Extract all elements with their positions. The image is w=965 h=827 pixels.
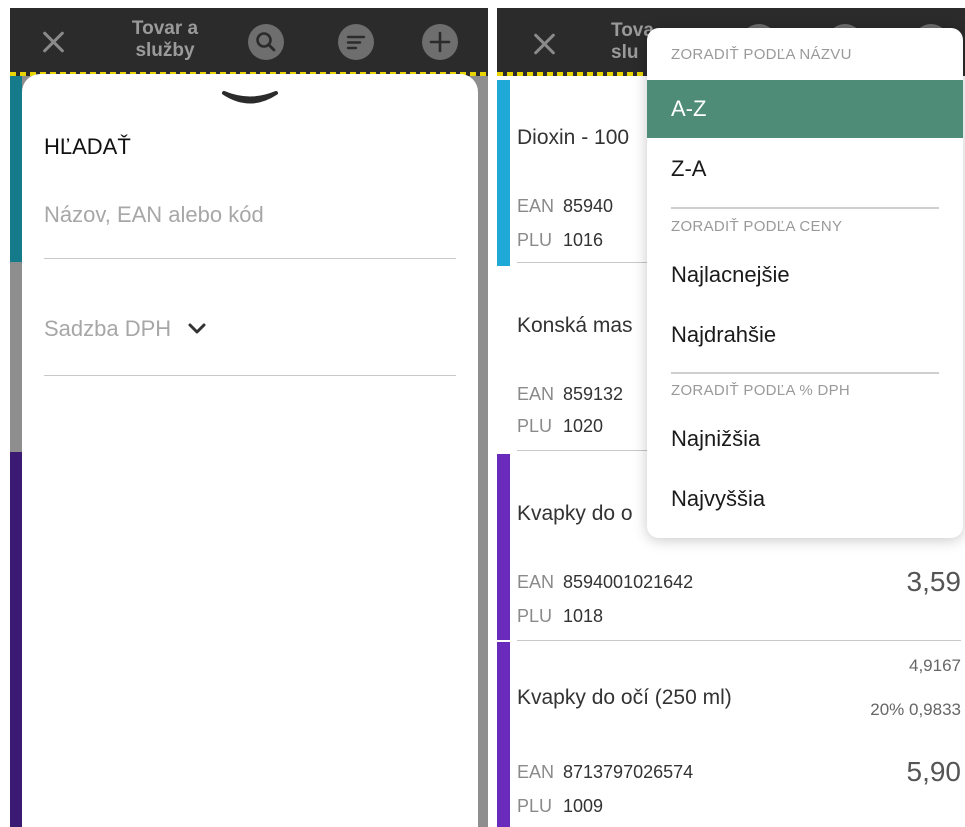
item-color-bar xyxy=(497,642,510,827)
item-color-bar xyxy=(497,80,510,266)
search-button[interactable] xyxy=(248,24,284,60)
item-color-bar xyxy=(497,454,510,640)
item-ean: EAN 859132 xyxy=(517,384,623,405)
page-title: Tovar a služby xyxy=(110,18,220,62)
chevron-down-icon[interactable] xyxy=(220,88,280,108)
vat-select-placeholder: Sadzba DPH xyxy=(44,316,172,341)
list-item[interactable]: 4,9167 Kvapky do očí (250 ml) 20% 0,9833… xyxy=(497,642,965,827)
item-ean: EAN 85940 xyxy=(517,196,613,217)
sort-option-z-a[interactable]: Z-A xyxy=(647,140,963,198)
item-net-price: 4,9167 xyxy=(909,656,961,675)
sort-option-most-expensive[interactable]: Najdrahšie xyxy=(647,306,963,364)
search-sheet: HĽADAŤ Názov, EAN alebo kód Sadzba DPH xyxy=(22,74,478,827)
item-name: Dioxin - 100 xyxy=(517,126,630,149)
sort-button[interactable] xyxy=(338,24,374,60)
vat-rate-select[interactable]: Sadzba DPH xyxy=(44,316,456,376)
sort-by-price-header: ZORADIŤ PODĽA CENY xyxy=(671,218,843,235)
category-strip-gray xyxy=(10,262,22,452)
sort-by-vat-header: ZORADIŤ PODĽA % DPH xyxy=(671,382,851,399)
plu-value: 1016 xyxy=(563,230,604,250)
item-name: Kvapky do o xyxy=(517,502,633,525)
title-line-1: Tova xyxy=(611,20,654,41)
search-input[interactable]: Názov, EAN alebo kód xyxy=(44,202,456,259)
item-ean: EAN 8594001021642 xyxy=(517,572,693,593)
sort-icon xyxy=(346,35,366,50)
item-vat: 20% 0,9833 xyxy=(870,700,961,719)
item-name: Kvapky do očí (250 ml) xyxy=(517,686,732,709)
menu-divider xyxy=(671,207,939,209)
title-line-1: Tovar a xyxy=(131,18,199,39)
sort-option-lowest-vat[interactable]: Najnižšia xyxy=(647,410,963,468)
search-screen: Tovar a služby HĽADAŤ Názov, EAN alebo k… xyxy=(10,8,488,827)
ean-value: 8713797026574 xyxy=(563,762,694,782)
plu-value: 1018 xyxy=(563,606,604,626)
item-price: 5,90 xyxy=(906,756,962,787)
product-list-screen: Tova slu Dioxin - 100 EAN 85940 PLU 1016 K… xyxy=(497,8,965,827)
search-input-placeholder: Názov, EAN alebo kód xyxy=(44,202,264,227)
close-icon[interactable] xyxy=(40,28,68,56)
plus-icon xyxy=(429,31,451,53)
ean-value: 85940 xyxy=(563,196,614,216)
search-icon xyxy=(256,32,276,52)
sort-menu: ZORADIŤ PODĽA NÁZVU A-Z Z-A ZORADIŤ PODĽ… xyxy=(647,28,963,538)
close-icon[interactable] xyxy=(531,30,559,58)
ean-value: 8594001021642 xyxy=(563,572,694,592)
ean-label: EAN xyxy=(517,196,555,216)
menu-divider xyxy=(671,372,939,374)
item-plu: PLU 1020 xyxy=(517,416,603,437)
ean-value: 859132 xyxy=(563,384,624,404)
top-bar: Tovar a služby xyxy=(10,8,488,76)
item-ean: EAN 8713797026574 xyxy=(517,762,693,783)
item-plu: PLU 1018 xyxy=(517,606,603,627)
plu-label: PLU xyxy=(517,230,553,250)
divider xyxy=(517,640,961,641)
sort-option-a-z[interactable]: A-Z xyxy=(647,80,963,138)
title-line-2: slu xyxy=(611,42,639,63)
plu-label: PLU xyxy=(517,796,553,816)
ean-label: EAN xyxy=(517,762,555,782)
sort-by-name-header: ZORADIŤ PODĽA NÁZVU xyxy=(671,46,852,63)
page-title: Tova slu xyxy=(593,20,654,64)
item-plu: PLU 1009 xyxy=(517,796,603,817)
ean-label: EAN xyxy=(517,572,555,592)
plu-label: PLU xyxy=(517,416,553,436)
item-name: Konská mas xyxy=(517,314,633,337)
plu-value: 1009 xyxy=(563,796,604,816)
plu-label: PLU xyxy=(517,606,553,626)
search-title: HĽADAŤ xyxy=(44,134,131,159)
category-strip-purple xyxy=(10,452,22,827)
item-plu: PLU 1016 xyxy=(517,230,603,251)
sort-option-highest-vat[interactable]: Najvyššia xyxy=(647,470,963,528)
sort-option-cheapest[interactable]: Najlacnejšie xyxy=(647,246,963,304)
plu-value: 1020 xyxy=(563,416,604,436)
ean-label: EAN xyxy=(517,384,555,404)
title-line-2: služby xyxy=(135,40,195,61)
add-button[interactable] xyxy=(422,24,458,60)
item-price: 3,59 xyxy=(906,566,962,597)
chevron-down-icon xyxy=(188,323,206,334)
category-strip-teal xyxy=(10,76,22,262)
